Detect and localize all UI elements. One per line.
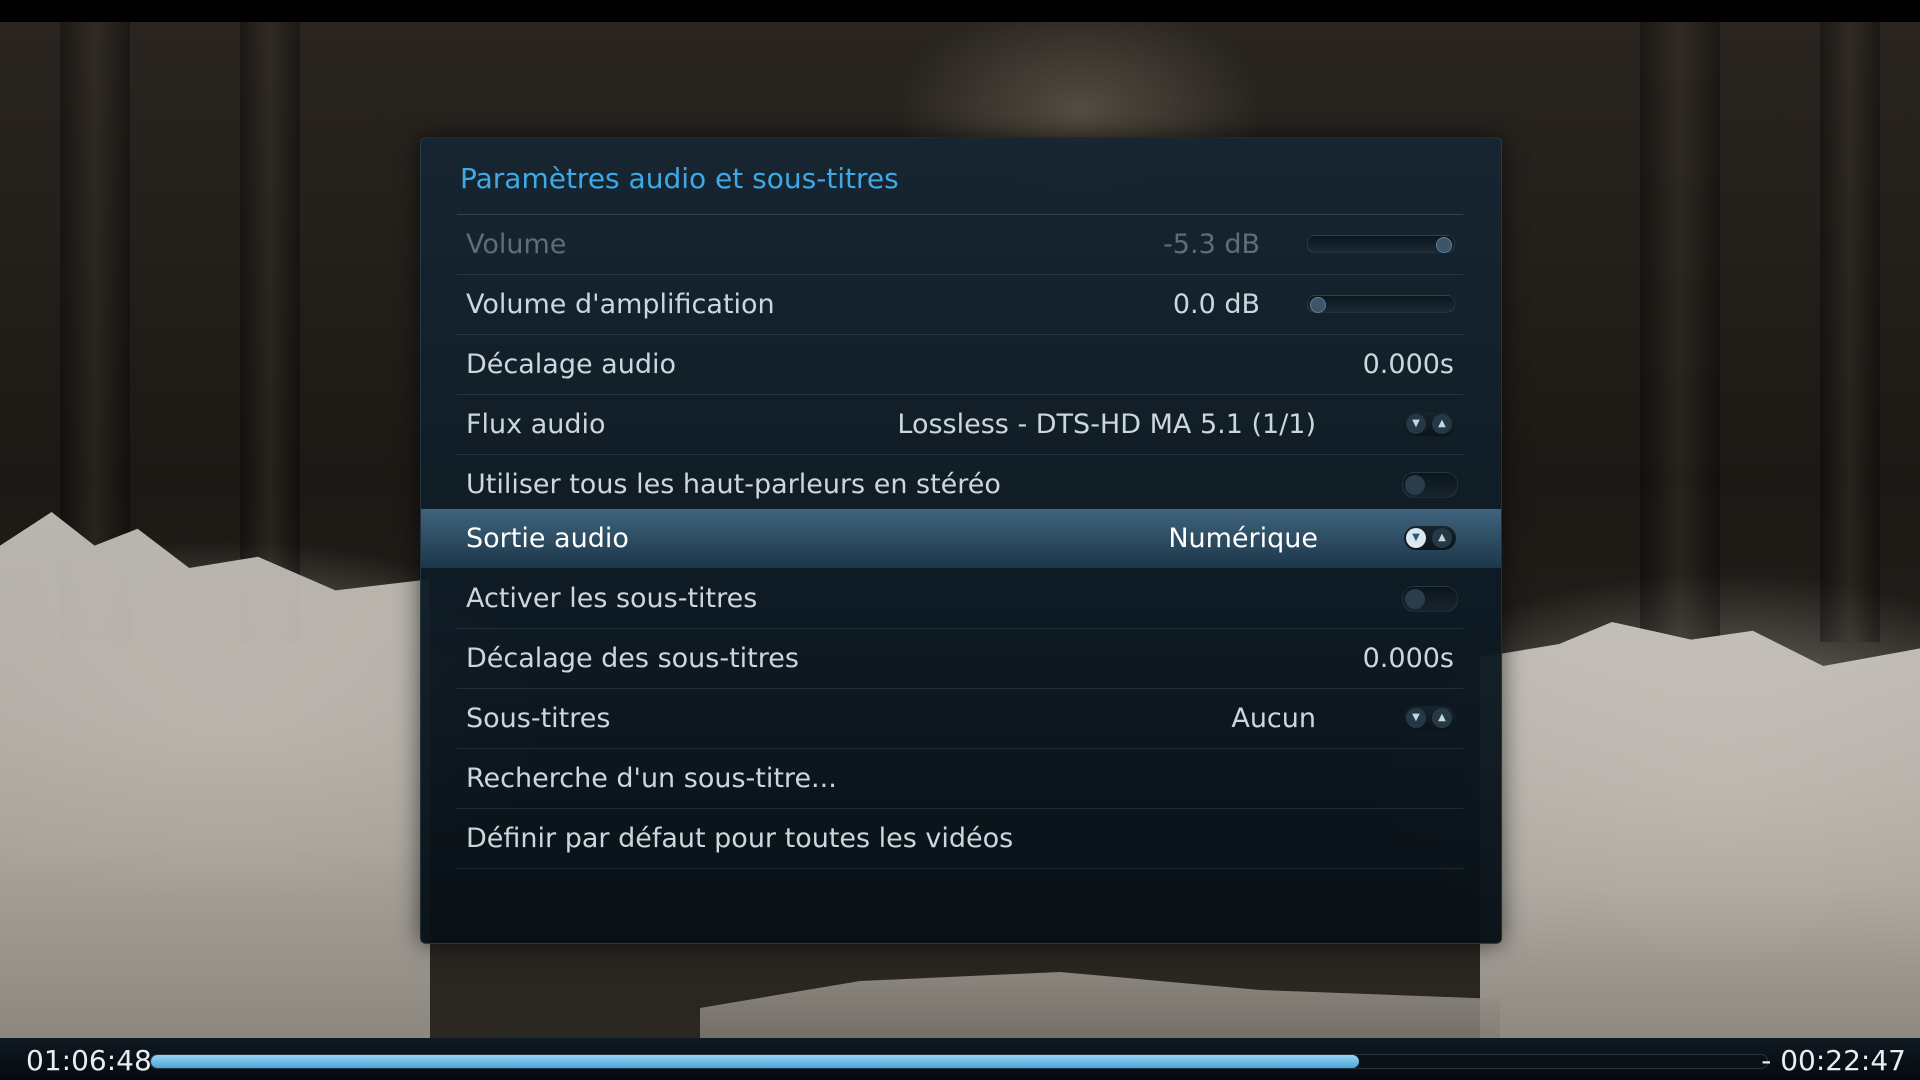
set-default-row[interactable]: Définir par défaut pour toutes les vidéo… xyxy=(457,809,1463,869)
subtitle-offset-label: Décalage des sous-titres xyxy=(466,643,799,674)
letterbox-top xyxy=(0,0,1920,22)
audio-offset-label: Décalage audio xyxy=(466,349,676,380)
audio-output-label: Sortie audio xyxy=(466,523,629,554)
volume-label: Volume xyxy=(466,229,567,260)
audio-stream-row[interactable]: Flux audio Lossless - DTS-HD MA 5.1 (1/1… xyxy=(457,395,1463,455)
amplification-row[interactable]: Volume d'amplification 0.0 dB xyxy=(457,275,1463,335)
subtitles-row[interactable]: Sous-titres Aucun ▼ ▲ xyxy=(457,689,1463,749)
volume-slider[interactable] xyxy=(1307,235,1455,253)
audio-offset-value: 0.000s xyxy=(1362,349,1454,380)
audio-stream-spinner[interactable]: ▼ ▲ xyxy=(1404,412,1456,436)
subtitle-search-label: Recherche d'un sous-titre... xyxy=(466,763,837,794)
audio-stream-label: Flux audio xyxy=(466,409,606,440)
chevron-down-icon[interactable]: ▼ xyxy=(1406,414,1426,434)
playback-osd: 01:06:48 - 00:22:47 xyxy=(0,1038,1920,1080)
subtitles-label: Sous-titres xyxy=(466,703,611,734)
audio-output-value: Numérique xyxy=(1168,523,1318,554)
stereo-upmix-row[interactable]: Utiliser tous les haut-parleurs en stéré… xyxy=(457,455,1463,515)
toggle-knob xyxy=(1405,475,1425,495)
subtitle-offset-row[interactable]: Décalage des sous-titres 0.000s xyxy=(457,629,1463,689)
volume-value: -5.3 dB xyxy=(1163,229,1260,260)
subtitles-spinner[interactable]: ▼ ▲ xyxy=(1404,706,1456,730)
amplification-slider[interactable] xyxy=(1307,295,1455,313)
subtitle-search-row[interactable]: Recherche d'un sous-titre... xyxy=(457,749,1463,809)
remaining-time: - 00:22:47 xyxy=(1761,1044,1906,1077)
seek-bar-progress xyxy=(151,1055,1359,1068)
volume-row[interactable]: Volume -5.3 dB xyxy=(457,215,1463,275)
subtitles-value: Aucun xyxy=(1231,703,1316,734)
chevron-up-icon[interactable]: ▲ xyxy=(1432,708,1452,728)
enable-subtitles-label: Activer les sous-titres xyxy=(466,583,758,614)
audio-subtitle-settings-dialog: Paramètres audio et sous-titres Volume -… xyxy=(420,137,1502,944)
stereo-upmix-toggle[interactable] xyxy=(1402,472,1458,498)
amplification-value: 0.0 dB xyxy=(1172,289,1260,320)
chevron-down-icon[interactable]: ▼ xyxy=(1406,708,1426,728)
toggle-knob xyxy=(1405,589,1425,609)
enable-subtitles-toggle[interactable] xyxy=(1402,586,1458,612)
stereo-upmix-label: Utiliser tous les haut-parleurs en stéré… xyxy=(466,469,1001,500)
enable-subtitles-row[interactable]: Activer les sous-titres xyxy=(457,569,1463,629)
audio-offset-row[interactable]: Décalage audio 0.000s xyxy=(457,335,1463,395)
chevron-up-icon[interactable]: ▲ xyxy=(1432,414,1452,434)
subtitle-offset-value: 0.000s xyxy=(1362,643,1454,674)
audio-output-spinner[interactable]: ▼ ▲ xyxy=(1404,526,1456,550)
elapsed-time: 01:06:48 xyxy=(26,1044,152,1077)
dialog-title: Paramètres audio et sous-titres xyxy=(460,162,899,195)
amplification-label: Volume d'amplification xyxy=(466,289,775,320)
chevron-down-icon[interactable]: ▼ xyxy=(1406,528,1426,548)
seek-bar[interactable] xyxy=(150,1054,1768,1069)
chevron-up-icon[interactable]: ▲ xyxy=(1432,528,1452,548)
audio-stream-value: Lossless - DTS-HD MA 5.1 (1/1) xyxy=(897,409,1316,440)
set-default-label: Définir par défaut pour toutes les vidéo… xyxy=(466,823,1014,854)
volume-slider-knob[interactable] xyxy=(1436,237,1452,253)
audio-output-row[interactable]: Sortie audio Numérique ▼ ▲ xyxy=(421,509,1501,568)
amplification-slider-knob[interactable] xyxy=(1310,297,1326,313)
